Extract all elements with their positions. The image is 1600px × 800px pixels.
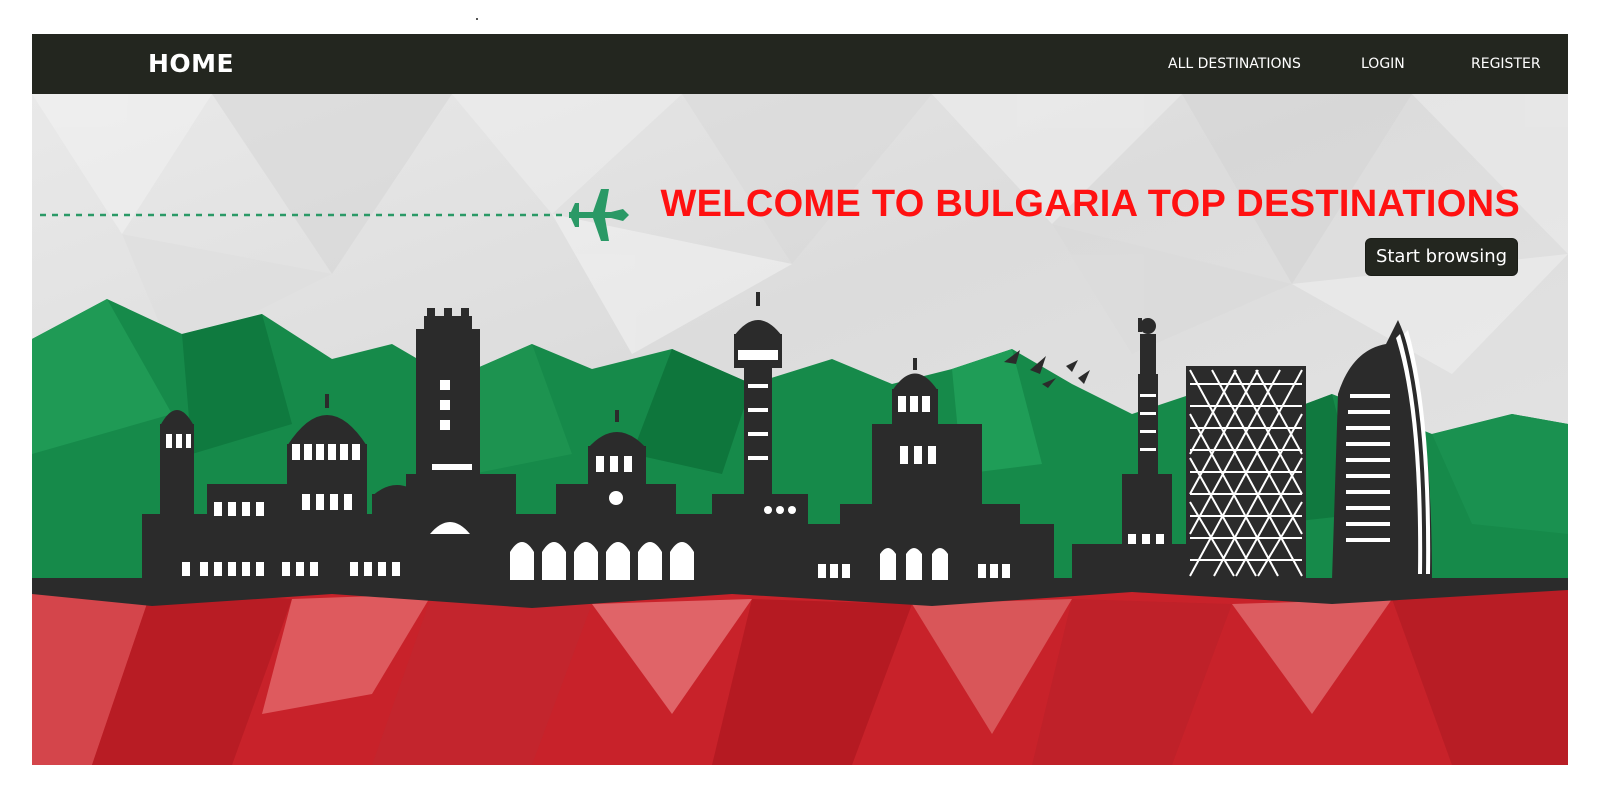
login-link[interactable]: LOGIN: [1361, 34, 1405, 94]
top-navbar: HOME ALL DESTINATIONS LOGIN REGISTER: [32, 34, 1568, 94]
register-link[interactable]: REGISTER: [1471, 34, 1541, 94]
hero-headline: WELCOME TO BULGARIA TOP DESTINATIONS: [660, 183, 1520, 225]
start-browsing-button[interactable]: Start browsing: [1365, 238, 1518, 276]
all-destinations-link[interactable]: ALL DESTINATIONS: [1168, 34, 1301, 94]
home-link[interactable]: HOME: [148, 34, 234, 94]
stray-dot: [476, 18, 478, 20]
page-frame: HOME ALL DESTINATIONS LOGIN REGISTER WEL…: [32, 34, 1568, 765]
hero-banner: WELCOME TO BULGARIA TOP DESTINATIONS Sta…: [32, 94, 1568, 765]
red-ground: [32, 584, 1568, 765]
